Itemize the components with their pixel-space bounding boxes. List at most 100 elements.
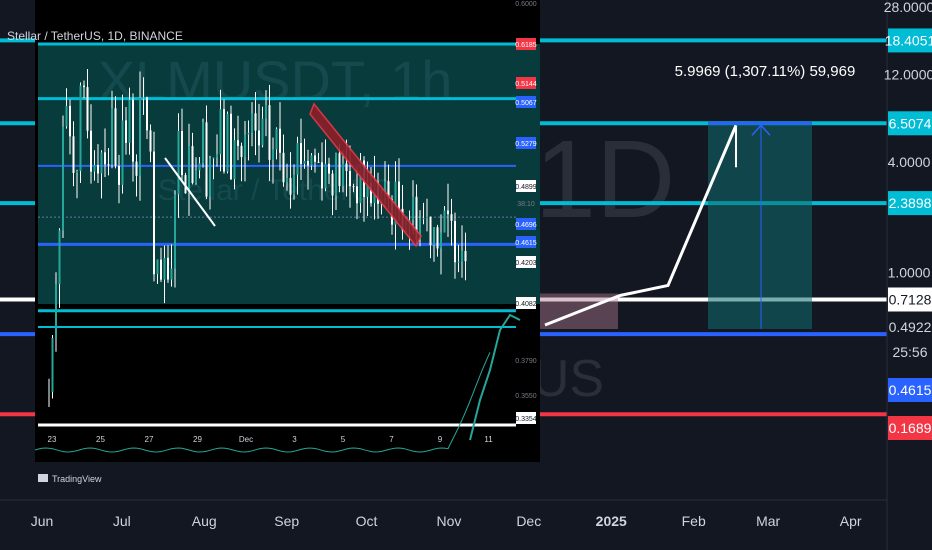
inset-candle-body (48, 391, 50, 393)
inset-candle-body (240, 145, 243, 158)
inset-candle-body (100, 152, 103, 174)
inset-candle-body (72, 136, 75, 174)
inset-candle-body (303, 160, 306, 164)
inset-candle-body (342, 163, 344, 187)
inset-candle-body (65, 105, 68, 127)
inset-candle-body (153, 151, 155, 275)
inset-candle-body (202, 122, 204, 164)
time-axis-tick: Mar (756, 513, 780, 529)
inset-candle-body (177, 131, 180, 195)
inset-candle-body (114, 108, 117, 166)
inset-x-tick: 29 (193, 435, 202, 444)
inset-candle-body (219, 109, 222, 155)
time-axis-tick: Sep (274, 513, 299, 529)
inset-candle-body (216, 154, 218, 158)
inset-candle-body (356, 186, 358, 204)
inset-price-label: 38:10 (517, 201, 535, 208)
inset-candle-body (111, 108, 113, 165)
inset-candle-body (79, 85, 82, 172)
time-axis-tick: 2025 (596, 513, 627, 529)
inset-candle-body (328, 163, 330, 174)
inset-candle-body (398, 181, 400, 209)
inset-candle-body (97, 164, 99, 174)
inset-candle-body (254, 113, 257, 131)
time-axis-tick: Nov (437, 513, 462, 529)
inset-candle-body (237, 140, 239, 146)
inset-price-label: 0.4203 (515, 260, 537, 267)
inset-candle-body (261, 118, 264, 146)
inset-candle-body (450, 214, 453, 221)
inset-x-tick: 27 (145, 435, 154, 444)
inset-price-label: 0.5067 (515, 100, 537, 107)
inset-candle-body (163, 257, 166, 280)
price-label: 0.1689 (889, 420, 932, 436)
inset-candle-body (272, 149, 274, 160)
time-axis-tick: Dec (516, 513, 541, 529)
price-label: 0.4922 (889, 319, 932, 335)
inset-price-label: 0.4696 (515, 222, 537, 229)
inset-candle-body (422, 218, 425, 220)
price-label: 25:56 (892, 344, 927, 360)
time-axis-tick: Apr (840, 513, 862, 529)
inset-candle-body (331, 173, 334, 196)
price-axis-tick: 12.0000 (884, 67, 932, 83)
inset-candle-body (118, 165, 120, 185)
inset-candle-body (443, 210, 446, 233)
inset-candle-body (226, 113, 229, 172)
inset-candle-body (338, 153, 341, 187)
symbol-header: Stellar / TetherUS, 1D, BINANCE (7, 29, 183, 43)
inset-candle-body (205, 122, 208, 197)
inset-candle-body (461, 250, 463, 262)
inset-price-label: 0.5144 (515, 81, 537, 88)
inset-candle-body (440, 232, 442, 249)
inset-candle-body (167, 257, 169, 280)
price-label: 0.7128 (889, 291, 932, 307)
inset-candle-body (433, 227, 435, 246)
measure-label: 5.9969 (1,307.11%) 59,969 (675, 63, 856, 80)
inset-price-label: 0.6185 (515, 42, 537, 49)
inset-zone (38, 44, 540, 304)
inset-candle-body (349, 171, 351, 187)
inset-candle-body (51, 338, 54, 392)
inset-candle-body (352, 186, 355, 188)
price-axis-tick: 4.0000 (888, 154, 931, 170)
inset-candle-body (310, 155, 313, 166)
time-axis-tick: Jul (113, 513, 131, 529)
tradingview-icon (38, 474, 48, 482)
inset-candle-body (198, 163, 201, 171)
inset-candle-body (149, 130, 152, 152)
inset-candle-body (132, 99, 134, 162)
inset-candle-body (324, 163, 327, 189)
time-axis-tick: Oct (356, 513, 378, 529)
inset-candle-body (345, 163, 348, 172)
time-axis-tick: Feb (682, 513, 706, 529)
inset-candle-body (335, 153, 337, 196)
inset-candle-body (90, 130, 92, 172)
inset-x-tick: 23 (48, 435, 57, 444)
inset-candle-body (83, 85, 85, 88)
inset-candle-body (412, 196, 414, 220)
inset-candle-body (128, 99, 131, 143)
inset-candle-body (135, 161, 138, 176)
inset-candle-body (251, 113, 253, 133)
inset-candle-body (104, 152, 106, 165)
inset-candle-body (86, 87, 89, 131)
inset-candle-body (447, 210, 449, 215)
watermark-interval: 1D (535, 118, 676, 241)
inset-candle-body (454, 220, 456, 263)
inset-candle-body (307, 160, 309, 166)
price-label: 0.4615 (889, 382, 932, 398)
time-axis-tick: Jun (31, 513, 54, 529)
price-axis-tick: 1.0000 (888, 265, 931, 281)
inset-candle-body (188, 146, 190, 194)
inset-candle-body (223, 109, 225, 172)
inset-candle-body (58, 230, 61, 285)
inset-candle-body (275, 128, 278, 150)
inset-candle-body (286, 177, 288, 183)
price-label: 2.3898 (889, 195, 932, 211)
inset-candle-body (317, 161, 320, 163)
inset-candle-body (121, 120, 124, 185)
inset-candle-body (174, 194, 176, 269)
inset-price-label: 0.4082 (515, 301, 537, 308)
inset-candle-body (300, 143, 302, 164)
